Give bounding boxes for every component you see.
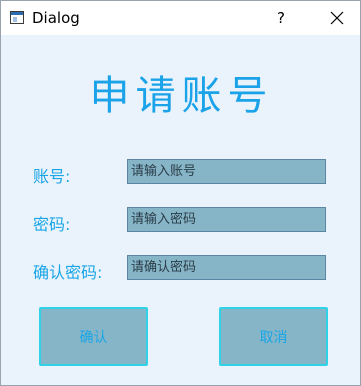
password-input[interactable]: 请输入密码: [127, 207, 326, 232]
cancel-button[interactable]: 取消: [219, 307, 328, 366]
window-title: Dialog: [32, 9, 80, 27]
dialog-window: Dialog ? 申请账号 账号: 请输入账号 密码: 请输入密码 确认密码: …: [0, 0, 361, 386]
help-button[interactable]: ?: [263, 1, 299, 35]
password-label: 密码:: [33, 215, 71, 234]
title-bar[interactable]: Dialog ?: [1, 1, 360, 35]
account-label: 账号:: [33, 167, 71, 186]
confirm-button[interactable]: 确认: [39, 307, 148, 366]
confirm-password-label: 确认密码:: [33, 263, 103, 282]
confirm-password-input[interactable]: 请确认密码: [127, 255, 326, 280]
page-title: 申请账号: [89, 73, 274, 119]
account-input[interactable]: 请输入账号: [127, 159, 326, 184]
close-icon: [330, 11, 344, 25]
close-button[interactable]: [319, 1, 355, 35]
app-window-icon: [10, 11, 24, 24]
